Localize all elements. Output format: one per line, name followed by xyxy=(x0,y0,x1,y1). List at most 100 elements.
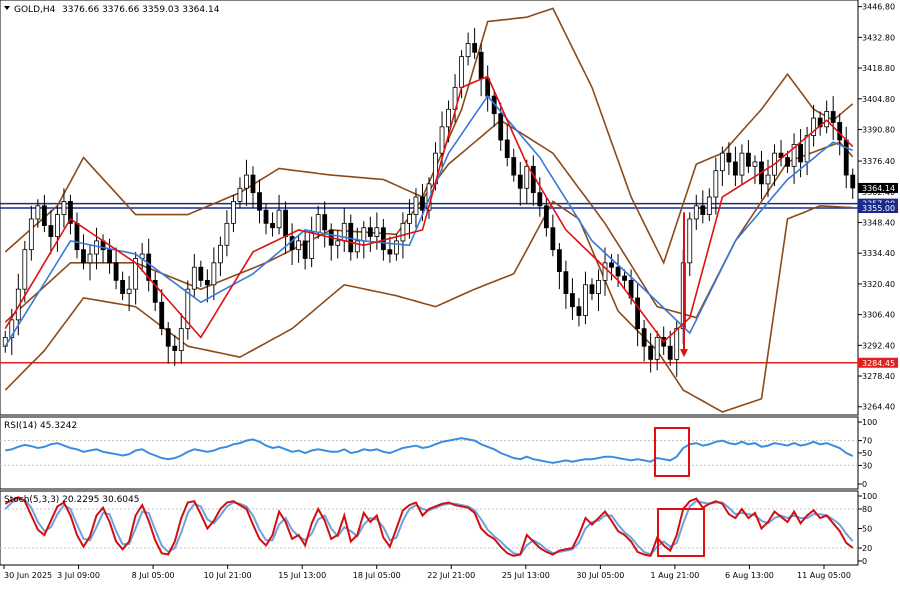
candle-body xyxy=(94,240,99,255)
time-tick-label: 25 Jul 13:00 xyxy=(502,571,550,580)
candle-body xyxy=(687,218,693,264)
price-tick-label: 3376.40 xyxy=(862,157,895,166)
candle-body xyxy=(198,266,204,281)
candle-body xyxy=(335,240,341,246)
time-tick-label: 10 Jul 21:00 xyxy=(204,571,252,580)
candle-body xyxy=(530,165,536,194)
candle-body xyxy=(459,56,464,88)
candle-body xyxy=(48,225,54,237)
candle-body xyxy=(641,328,647,347)
candle-body xyxy=(315,214,321,233)
candle-body xyxy=(374,227,380,237)
candle-body xyxy=(635,297,641,330)
time-tick-label: 18 Jul 05:00 xyxy=(353,571,401,580)
price-tick-label: 3404.80 xyxy=(862,95,895,104)
price-tick-label: 3264.40 xyxy=(862,403,895,412)
candle-body xyxy=(61,201,67,215)
candle-body xyxy=(394,240,399,255)
candle-body xyxy=(309,231,315,259)
candle-body xyxy=(55,214,60,237)
candle-body xyxy=(543,205,549,229)
candle-body xyxy=(583,284,588,316)
candle-body xyxy=(87,253,93,264)
candle-body xyxy=(478,51,484,79)
candle-body xyxy=(296,240,302,251)
candle-body xyxy=(211,262,217,286)
candle-body xyxy=(472,43,478,53)
price-tick-label: 3306.40 xyxy=(862,311,895,320)
candle-body xyxy=(420,196,425,211)
target-red-badge-label: 3284.45 xyxy=(862,359,895,368)
price-panel[interactable]: 3446.80 3432.80 3418.80 3404.80 3390.80 3376.… xyxy=(0,0,898,416)
chart-root: 3446.80 3432.80 3418.80 3404.80 3390.80 3376.… xyxy=(0,0,900,585)
candle-body xyxy=(830,111,836,123)
candle-body xyxy=(257,192,262,211)
candle-body xyxy=(706,196,712,215)
candle-body xyxy=(302,240,308,259)
stoch-label: Stoch(5,3,3) 20.2295 30.6045 xyxy=(4,495,139,505)
price-tick-label: 3348.40 xyxy=(862,218,895,227)
price-tick-label: 3418.80 xyxy=(862,64,895,73)
candle-body xyxy=(596,279,601,294)
stoch-tick-label: 50 xyxy=(862,525,872,534)
candle-body xyxy=(361,227,367,242)
time-tick-label: 1 Aug 21:00 xyxy=(650,571,699,580)
time-tick-label: 30 Jun 2025 xyxy=(4,571,52,580)
candle-body xyxy=(798,143,803,163)
candle-body xyxy=(446,108,451,128)
candle-body xyxy=(237,187,243,202)
candle-body xyxy=(28,218,34,251)
candle-body xyxy=(322,214,328,231)
rsi-panel[interactable]: 100 70 50 30 0 RSI(14) 45.3242 xyxy=(0,416,877,490)
candle-body xyxy=(263,209,269,224)
price-tick-label: 3334.40 xyxy=(862,249,895,258)
candle-body xyxy=(504,139,510,158)
price-tick-label: 3278.40 xyxy=(862,372,895,381)
candle-body xyxy=(380,227,386,251)
ohlc-values: 3376.66 3376.66 3359.03 3364.14 xyxy=(62,5,220,15)
candle-body xyxy=(439,126,445,154)
candle-body xyxy=(178,328,184,351)
candle-body xyxy=(511,157,517,176)
rsi-tick-label: 100 xyxy=(862,418,877,427)
candle-body xyxy=(250,174,256,194)
price-tick-label: 3390.80 xyxy=(862,125,895,134)
candle-body xyxy=(765,174,771,185)
price-tick-label: 3446.80 xyxy=(862,3,895,12)
candle-body xyxy=(74,222,80,251)
candle-body xyxy=(556,249,562,273)
trading-chart[interactable]: 3446.80 3432.80 3418.80 3404.80 3390.80 3376.… xyxy=(0,0,900,585)
candle-body xyxy=(517,174,523,189)
candle-body xyxy=(126,288,132,294)
candle-body xyxy=(739,152,745,176)
time-tick-label: 3 Jul 09:00 xyxy=(57,571,100,580)
candle-body xyxy=(465,43,471,58)
candle-body xyxy=(283,209,288,237)
candle-body xyxy=(732,161,738,176)
candle-body xyxy=(843,139,849,176)
candle-body xyxy=(270,222,275,229)
candle-body xyxy=(35,205,41,220)
candle-body xyxy=(367,227,373,237)
stochastic-panel[interactable]: 100 80 50 20 0 Stoch(5,3,3) 20.2295 30.6045 xyxy=(0,490,877,566)
candle-body xyxy=(824,111,830,128)
stoch-tick-label: 100 xyxy=(862,492,877,501)
price-tick-label: 3432.80 xyxy=(862,33,895,42)
candle-body xyxy=(407,214,412,224)
time-tick-label: 30 Jul 05:00 xyxy=(576,571,624,580)
candle-body xyxy=(217,244,223,264)
candle-body xyxy=(276,209,282,229)
candle-body xyxy=(850,174,856,189)
candle-body xyxy=(498,113,504,141)
candle-body xyxy=(726,152,732,163)
candle-body xyxy=(165,328,171,347)
candle-body xyxy=(563,271,569,294)
rsi-tick-label: 70 xyxy=(862,437,872,446)
rsi-tick-label: 0 xyxy=(862,480,867,489)
candle-body xyxy=(667,345,673,360)
candle-body xyxy=(231,201,236,224)
candle-body xyxy=(524,165,530,189)
symbol-header: GOLD,H4 3376.66 3376.66 3359.03 3364.14 xyxy=(4,5,220,15)
candle-body xyxy=(674,328,680,360)
candle-body xyxy=(693,205,699,220)
